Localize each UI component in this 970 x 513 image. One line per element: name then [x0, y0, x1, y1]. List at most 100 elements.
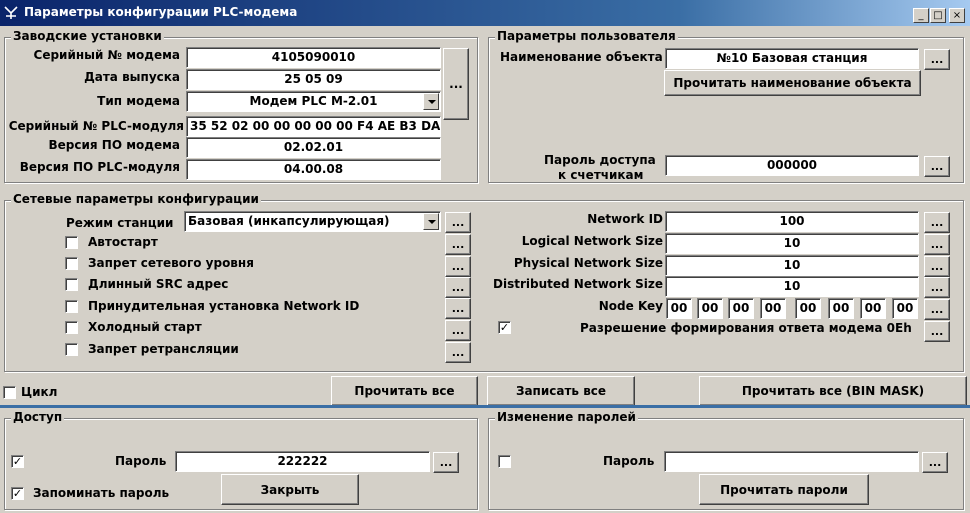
- object-name-label: Наименование объекта: [500, 50, 663, 64]
- access-title: Доступ: [11, 410, 65, 424]
- app-icon: [3, 4, 20, 21]
- response-0eh-label: Разрешение формирования ответа модема 0E…: [580, 321, 912, 335]
- node-key-byte[interactable]: 00: [828, 298, 854, 319]
- node-key-byte[interactable]: 00: [892, 298, 918, 319]
- maximize-button[interactable]: □: [930, 8, 946, 23]
- close-button[interactable]: ×: [949, 8, 965, 23]
- node-key-byte[interactable]: 00: [860, 298, 886, 319]
- station-mode-label: Режим станции: [66, 216, 174, 230]
- access-password-label: Пароль: [115, 454, 167, 468]
- cold-start-checkbox[interactable]: [65, 321, 78, 334]
- modem-type-select[interactable]: Модем PLC M-2.01: [186, 91, 441, 112]
- read-passwords-button[interactable]: Прочитать пароли: [699, 474, 869, 505]
- object-name-more-button[interactable]: ...: [924, 49, 950, 70]
- network-id-more-button[interactable]: ...: [924, 212, 950, 233]
- force-network-id-label: Принудительная установка Network ID: [88, 299, 360, 313]
- relay-ban-checkbox[interactable]: [65, 343, 78, 356]
- change-passwords-title: Изменение паролей: [495, 410, 638, 424]
- network-layer-ban-label: Запрет сетевого уровня: [88, 256, 254, 270]
- logical-size-more-button[interactable]: ...: [924, 234, 950, 255]
- node-key-byte[interactable]: 00: [697, 298, 723, 319]
- station-mode-value: Базовая (инкапсулирующая): [188, 214, 390, 228]
- relay-ban-label: Запрет ретрансляции: [88, 342, 239, 356]
- modem-fw-label: Версия ПО модема: [48, 138, 181, 152]
- node-key-byte[interactable]: 00: [760, 298, 786, 319]
- plc-serial-field[interactable]: 35 52 02 00 00 00 00 00 F4 AE B3 DA: [186, 116, 441, 137]
- distributed-size-more-button[interactable]: ...: [924, 277, 950, 298]
- window-title: Параметры конфигурации PLC-модема: [24, 5, 298, 19]
- read-object-name-button[interactable]: Прочитать наименование объекта: [664, 70, 921, 96]
- cold-start-label: Холодный старт: [88, 320, 202, 334]
- autostart-more-button[interactable]: ...: [445, 234, 471, 255]
- node-key-label: Node Key: [598, 299, 663, 313]
- relay-ban-more-button[interactable]: ...: [445, 342, 471, 363]
- modem-serial-label: Серийный № модема: [33, 48, 180, 62]
- access-password-more-button[interactable]: ...: [433, 452, 459, 473]
- modem-serial-field[interactable]: 4105090010: [186, 47, 441, 68]
- meter-password-label-2: к счетчикам: [558, 168, 644, 182]
- separator: [0, 405, 970, 408]
- node-key-byte[interactable]: 00: [666, 298, 692, 319]
- modem-fw-field[interactable]: 02.02.01: [186, 137, 441, 158]
- change-password-field[interactable]: [664, 451, 919, 472]
- autostart-checkbox[interactable]: [65, 236, 78, 249]
- network-layer-ban-checkbox[interactable]: [65, 257, 78, 270]
- distributed-size-label: Distributed Network Size: [493, 277, 663, 291]
- access-password-field[interactable]: 222222: [175, 451, 430, 472]
- autostart-label: Автостарт: [88, 235, 158, 249]
- release-date-field[interactable]: 25 05 09: [186, 69, 441, 90]
- minimize-button[interactable]: _: [913, 8, 929, 23]
- long-src-label: Длинный SRC адрес: [88, 277, 229, 291]
- response-0eh-more-button[interactable]: ...: [924, 321, 950, 342]
- title-bar: Параметры конфигурации PLC-модема _ □ ×: [0, 0, 970, 26]
- read-all-button[interactable]: Прочитать все: [331, 376, 478, 406]
- close-dialog-button[interactable]: Закрыть: [221, 474, 359, 505]
- meter-password-field[interactable]: 000000: [665, 155, 919, 176]
- meter-password-label-1: Пароль доступа: [544, 153, 656, 167]
- force-network-id-checkbox[interactable]: [65, 300, 78, 313]
- access-password-checkbox[interactable]: ✓: [11, 455, 24, 468]
- factory-more-button[interactable]: ...: [443, 48, 469, 120]
- distributed-size-field[interactable]: 10: [665, 276, 919, 297]
- read-all-bin-button[interactable]: Прочитать все (BIN MASK): [699, 376, 967, 406]
- logical-size-label: Logical Network Size: [521, 234, 663, 248]
- logical-size-field[interactable]: 10: [665, 233, 919, 254]
- physical-size-more-button[interactable]: ...: [924, 256, 950, 277]
- network-id-label: Network ID: [587, 212, 663, 226]
- long-src-checkbox[interactable]: [65, 278, 78, 291]
- release-date-label: Дата выпуска: [84, 70, 180, 84]
- user-params-title: Параметры пользователя: [495, 29, 678, 43]
- network-config-title: Сетевые параметры конфигурации: [11, 192, 261, 206]
- modem-type-value: Модем PLC M-2.01: [249, 94, 378, 108]
- force-network-id-more-button[interactable]: ...: [445, 298, 471, 319]
- node-key-more-button[interactable]: ...: [924, 299, 950, 320]
- station-mode-select[interactable]: Базовая (инкапсулирующая): [184, 211, 441, 232]
- remember-password-checkbox[interactable]: ✓: [11, 487, 24, 500]
- change-password-label: Пароль: [603, 454, 655, 468]
- factory-settings-title: Заводские установки: [11, 29, 164, 43]
- change-password-checkbox[interactable]: [498, 455, 511, 468]
- dropdown-arrow-icon[interactable]: [423, 213, 439, 230]
- remember-password-label: Запоминать пароль: [33, 486, 170, 500]
- object-name-field[interactable]: №10 Базовая станция: [665, 48, 919, 69]
- cycle-label: Цикл: [21, 385, 58, 399]
- physical-size-label: Physical Network Size: [513, 256, 663, 270]
- cycle-checkbox[interactable]: [3, 386, 16, 399]
- plc-fw-field[interactable]: 04.00.08: [186, 159, 441, 180]
- node-key-byte[interactable]: 00: [728, 298, 754, 319]
- station-mode-more-button[interactable]: ...: [445, 212, 471, 233]
- cold-start-more-button[interactable]: ...: [445, 320, 471, 341]
- modem-type-label: Тип модема: [97, 94, 180, 108]
- plc-serial-label: Серийный № PLC-модуля: [8, 119, 184, 133]
- node-key-byte[interactable]: 00: [795, 298, 821, 319]
- write-all-button[interactable]: Записать все: [487, 376, 635, 406]
- plc-fw-label: Версия ПО PLC-модуля: [19, 160, 180, 174]
- long-src-more-button[interactable]: ...: [445, 277, 471, 298]
- physical-size-field[interactable]: 10: [665, 255, 919, 276]
- network-id-field[interactable]: 100: [665, 211, 919, 232]
- dropdown-arrow-icon[interactable]: [423, 93, 439, 110]
- change-password-more-button[interactable]: ...: [922, 452, 948, 473]
- response-0eh-checkbox[interactable]: ✓: [498, 321, 511, 334]
- meter-password-more-button[interactable]: ...: [924, 156, 950, 177]
- network-layer-ban-more-button[interactable]: ...: [445, 256, 471, 277]
